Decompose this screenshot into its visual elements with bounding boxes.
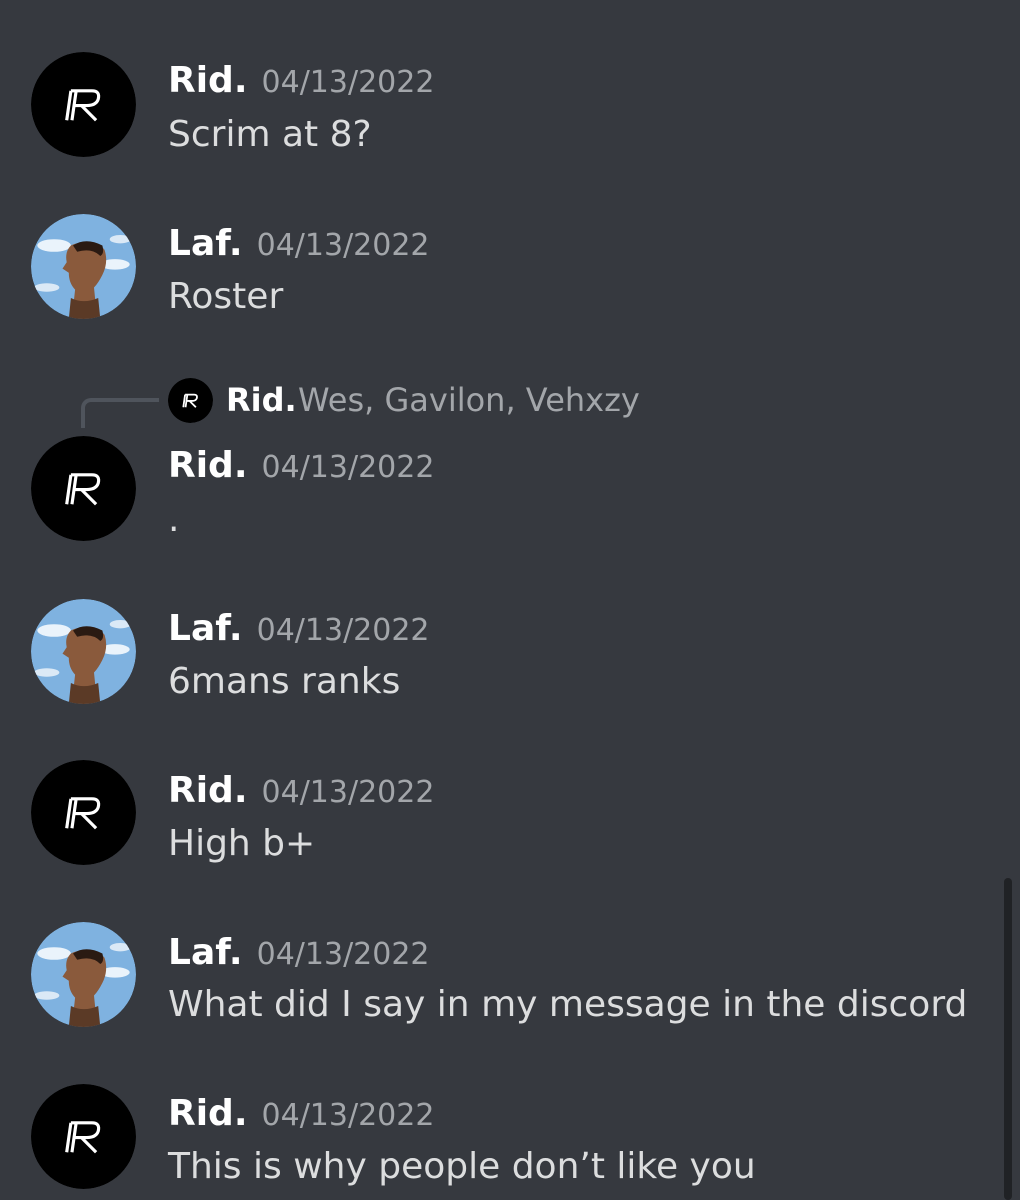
profile-photo-icon (31, 599, 136, 704)
author-name[interactable]: Rid. (168, 1093, 248, 1134)
message-text: What did I say in my message in the disc… (168, 984, 968, 1025)
author-name[interactable]: Rid. (168, 60, 248, 101)
author-name[interactable]: Rid. (168, 770, 248, 811)
rid-logo-icon (31, 52, 136, 157)
laf-avatar[interactable] (31, 922, 136, 1027)
profile-photo-icon (31, 214, 136, 319)
profile-photo-icon (31, 922, 136, 1027)
message-timestamp: 04/13/2022 (261, 775, 435, 810)
laf-avatar[interactable] (31, 214, 136, 319)
message-item[interactable]: Laf. 04/13/2022 What did I say in my mess… (0, 920, 1000, 1030)
message-author[interactable]: Rid. 04/13/2022 (168, 771, 434, 813)
scrollbar-thumb[interactable] (1004, 878, 1012, 1200)
rid-avatar[interactable] (31, 436, 136, 541)
message-author[interactable]: Laf. 04/13/2022 (168, 224, 430, 266)
message-timestamp: 04/13/2022 (261, 450, 435, 485)
rid-logo-icon (31, 436, 136, 541)
message-timestamp: 04/13/2022 (256, 937, 430, 972)
message-author[interactable]: Laf. 04/13/2022 (168, 609, 430, 651)
message-timestamp: 04/13/2022 (261, 1098, 435, 1133)
message-timestamp: 04/13/2022 (256, 228, 430, 263)
message-text: High b+ (168, 823, 316, 864)
message-item[interactable]: Laf. 04/13/2022 Roster (0, 212, 1000, 322)
author-name[interactable]: Laf. (168, 223, 243, 264)
message-item[interactable]: Rid. 04/13/2022 Scrim at 8? (0, 51, 1000, 161)
message-item[interactable]: Rid. 04/13/2022 This is why people don’t … (0, 1083, 1000, 1193)
laf-avatar[interactable] (31, 599, 136, 704)
message-item[interactable]: Rid. 04/13/2022 . (0, 436, 1000, 546)
message-author[interactable]: Rid. 04/13/2022 (168, 61, 434, 103)
message-author[interactable]: Rid. 04/13/2022 (168, 1094, 434, 1136)
message-timestamp: 04/13/2022 (261, 65, 435, 100)
author-name[interactable]: Rid. (168, 445, 248, 486)
message-item[interactable]: Laf. 04/13/2022 6mans ranks (0, 597, 1000, 707)
message-author[interactable]: Laf. 04/13/2022 (168, 933, 430, 975)
reply-text: Wes, Gavilon, Vehxzy (298, 381, 640, 419)
message-text: Roster (168, 276, 284, 317)
message-timestamp: 04/13/2022 (256, 613, 430, 648)
message-text: . (168, 499, 180, 540)
rid-avatar[interactable] (31, 1084, 136, 1189)
reply-avatar (168, 378, 213, 423)
reply-connector (81, 398, 159, 428)
author-name[interactable]: Laf. (168, 608, 243, 649)
rid-avatar[interactable] (31, 760, 136, 865)
chat-messages-pane: Rid. 04/13/2022 Scrim at 8? Laf. 04/13/202… (0, 0, 1020, 1200)
author-name[interactable]: Laf. (168, 932, 243, 973)
message-text: 6mans ranks (168, 661, 401, 702)
rid-avatar[interactable] (31, 52, 136, 157)
message-text: This is why people don’t like you (168, 1146, 756, 1187)
rid-logo-icon (31, 760, 136, 865)
message-author[interactable]: Rid. 04/13/2022 (168, 446, 434, 488)
rid-logo-icon (168, 378, 213, 423)
reply-author[interactable]: Rid. (226, 380, 297, 420)
reply-preview[interactable]: Rid. Wes, Gavilon, Vehxzy (0, 372, 1000, 428)
message-item[interactable]: Rid. 04/13/2022 High b+ (0, 759, 1000, 869)
message-text: Scrim at 8? (168, 114, 372, 155)
rid-logo-icon (31, 1084, 136, 1189)
